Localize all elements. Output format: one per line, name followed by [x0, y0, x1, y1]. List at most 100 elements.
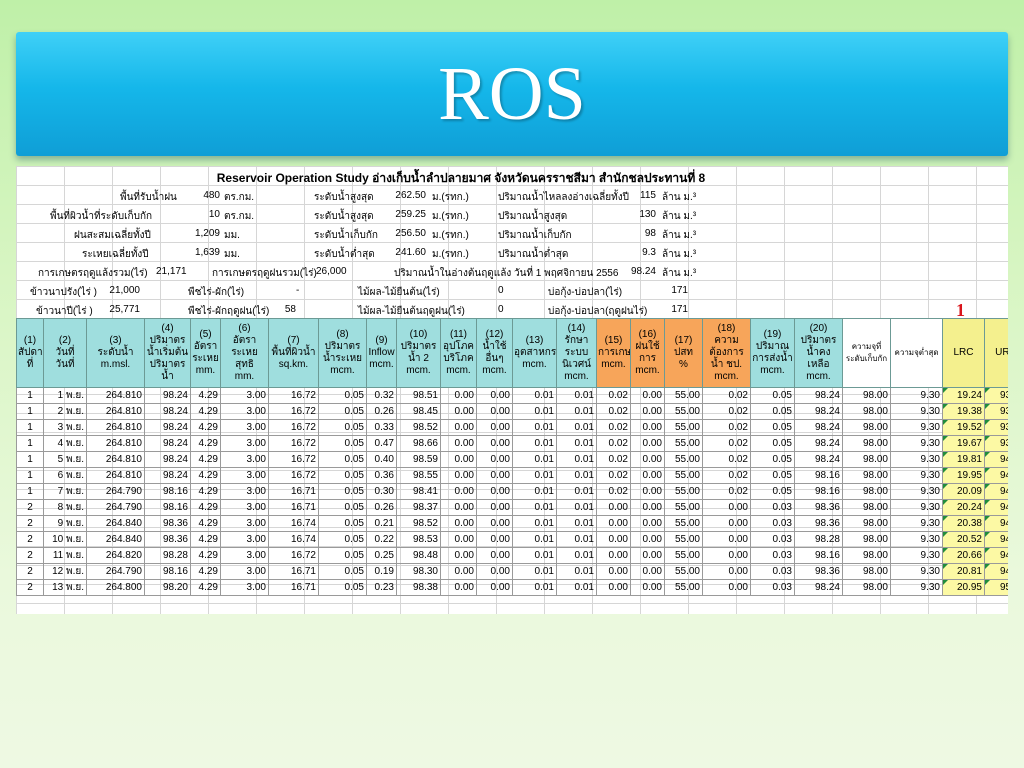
- table-cell: 2: [16, 531, 44, 548]
- table-cell: 4.29: [190, 579, 221, 596]
- table-cell: 264.820: [86, 547, 145, 564]
- table-cell: 3.00: [220, 467, 269, 484]
- table-cell: 55.00: [664, 467, 703, 484]
- table-cell: 94.53: [984, 515, 1008, 532]
- table-row: 12 พ.ย. 264.810 98.24 4.29 3.00 16.72 0.05 0.26…: [16, 403, 1008, 420]
- table-cell: 1: [16, 419, 44, 436]
- table-row: 29 พ.ย. 264.840 98.36 4.29 3.00 16.74 0.05 0.21…: [16, 515, 1008, 532]
- table-cell: 0.03: [750, 499, 795, 516]
- table-cell: 3.00: [220, 547, 269, 564]
- info-unit: มม.: [224, 249, 240, 260]
- table-cell: 0.01: [512, 579, 557, 596]
- info-unit: ตร.กม.: [224, 211, 255, 222]
- column-header-num: (7): [287, 335, 300, 346]
- table-cell: 0.01: [556, 467, 597, 484]
- table-cell: 0.05: [318, 515, 367, 532]
- table-cell: 55.00: [664, 531, 703, 548]
- table-cell: 19.24: [942, 387, 985, 404]
- table-cell: 55.00: [664, 579, 703, 596]
- table-cell: 0.00: [440, 403, 477, 420]
- table-cell: 20.09: [942, 483, 985, 500]
- column-header-unit: mm.: [234, 371, 255, 382]
- column-header: (5) อัตราระเหย mm.: [190, 318, 221, 388]
- column-header-num: (14): [567, 323, 586, 334]
- column-header-num: (16): [638, 329, 657, 340]
- crop-label: ข้าวนาปี(ไร่ ): [36, 306, 93, 317]
- table-cell: 0.01: [512, 419, 557, 436]
- table-cell: 19.52: [942, 419, 985, 436]
- table-cell: 98.24: [794, 435, 843, 452]
- table-cell: 0.00: [630, 563, 665, 580]
- table-cell: 0.26: [366, 499, 397, 516]
- table-cell: 98.48: [396, 547, 441, 564]
- info-unit: ม.(รทก.): [432, 249, 469, 260]
- table-cell: 0.02: [596, 403, 631, 420]
- table-cell: 0.00: [630, 403, 665, 420]
- table-cell: 0.00: [702, 499, 751, 516]
- table-cell: 0.00: [630, 483, 665, 500]
- table-cell: 0.00: [476, 435, 513, 452]
- column-header-name: อัตราระเหย: [192, 341, 219, 364]
- crop-value: 171: [671, 285, 688, 296]
- table-header-row: (1)สัปดาห์ที่(2)วันที่วันที่(3)ระดับน้ำm…: [16, 318, 1008, 388]
- table-cell: 0.01: [556, 403, 597, 420]
- table-cell: 16.72: [268, 419, 319, 436]
- info-label: ระดับน้ำเก็บกัก: [314, 230, 378, 241]
- column-header-unit: mcm.: [446, 365, 471, 376]
- table-cell: 0.05: [750, 435, 795, 452]
- table-cell: 4.29: [190, 387, 221, 404]
- table-cell: 0.25: [366, 547, 397, 564]
- table-cell: 0.00: [440, 467, 477, 484]
- table-cell: 94.65: [984, 531, 1008, 548]
- crop-label: บ่อกุ้ง-บ่อปลา(ฤดูฝนไร่): [548, 306, 648, 317]
- table-cell: 98.36: [794, 563, 843, 580]
- column-header-num: (19): [763, 329, 782, 340]
- column-header-unit: mcm.: [806, 371, 831, 382]
- area-label: ปริมาณน้ำในอ่างต้นฤดูแล้ง วันที่ 1 พฤศจิ…: [394, 268, 619, 279]
- table-cell: 0.05: [318, 403, 367, 420]
- table-cell: 0.36: [366, 467, 397, 484]
- table-cell: 4.29: [190, 515, 221, 532]
- info-value: 10: [208, 209, 220, 220]
- column-header: (18) ความต้องการน้ำ ชป. mcm.: [702, 318, 751, 388]
- table-cell: 0.05: [318, 467, 367, 484]
- table-cell: 0.00: [476, 515, 513, 532]
- table-cell: 0.00: [440, 483, 477, 500]
- table-cell: 98.24: [144, 387, 191, 404]
- info-label: ระดับน้ำสูงสุด: [314, 192, 374, 203]
- table-cell: 9.30: [890, 467, 943, 484]
- table-cell: 98.00: [842, 467, 891, 484]
- table-cell: 9.30: [890, 387, 943, 404]
- table-cell: 2: [16, 547, 44, 564]
- table-cell: 16.71: [268, 483, 319, 500]
- table-cell: 0.05: [750, 403, 795, 420]
- column-header: (16) ฝนใช้การ mcm.: [630, 318, 665, 388]
- table-cell: 0.01: [512, 547, 557, 564]
- table-cell: 16.72: [268, 547, 319, 564]
- table-cell: 1: [16, 451, 44, 468]
- table-cell: 3.00: [220, 531, 269, 548]
- table-cell: 0.30: [366, 483, 397, 500]
- table-row: 14 พ.ย. 264.810 98.24 4.29 3.00 16.72 0.05 0.47…: [16, 435, 1008, 452]
- crop-label: ไม้ผล-ไม้ยืนต้น(ไร่): [358, 287, 440, 298]
- info-unit: ม.(รทก.): [432, 230, 469, 241]
- column-header-num: (12): [485, 329, 504, 340]
- column-header-unit: mcm.: [601, 359, 626, 370]
- table-cell: 4.29: [190, 435, 221, 452]
- info-row: ฝนสะสมเฉลี่ยทั้งปี 1,209 มม. ระดับน้ำเก็…: [16, 225, 1008, 243]
- table-cell: 0.02: [702, 435, 751, 452]
- table-cell: 98.24: [794, 451, 843, 468]
- table-cell: 98.24: [144, 451, 191, 468]
- column-header-name: การเกษตร: [598, 347, 631, 358]
- info-label: ปริมาณน้ำเก็บกัก: [498, 230, 572, 241]
- table-cell: 264.800: [86, 579, 145, 596]
- table-cell: 2 พ.ย.: [43, 403, 87, 420]
- table-cell: 0.00: [702, 515, 751, 532]
- column-header-num: (4): [161, 323, 174, 334]
- table-cell: 9 พ.ย.: [43, 515, 87, 532]
- column-header-name: Inflow: [368, 347, 395, 358]
- table-cell: 98.16: [144, 499, 191, 516]
- column-header-num: (20): [809, 323, 828, 334]
- column-header-num: (10): [409, 329, 428, 340]
- table-cell: 11 พ.ย.: [43, 547, 87, 564]
